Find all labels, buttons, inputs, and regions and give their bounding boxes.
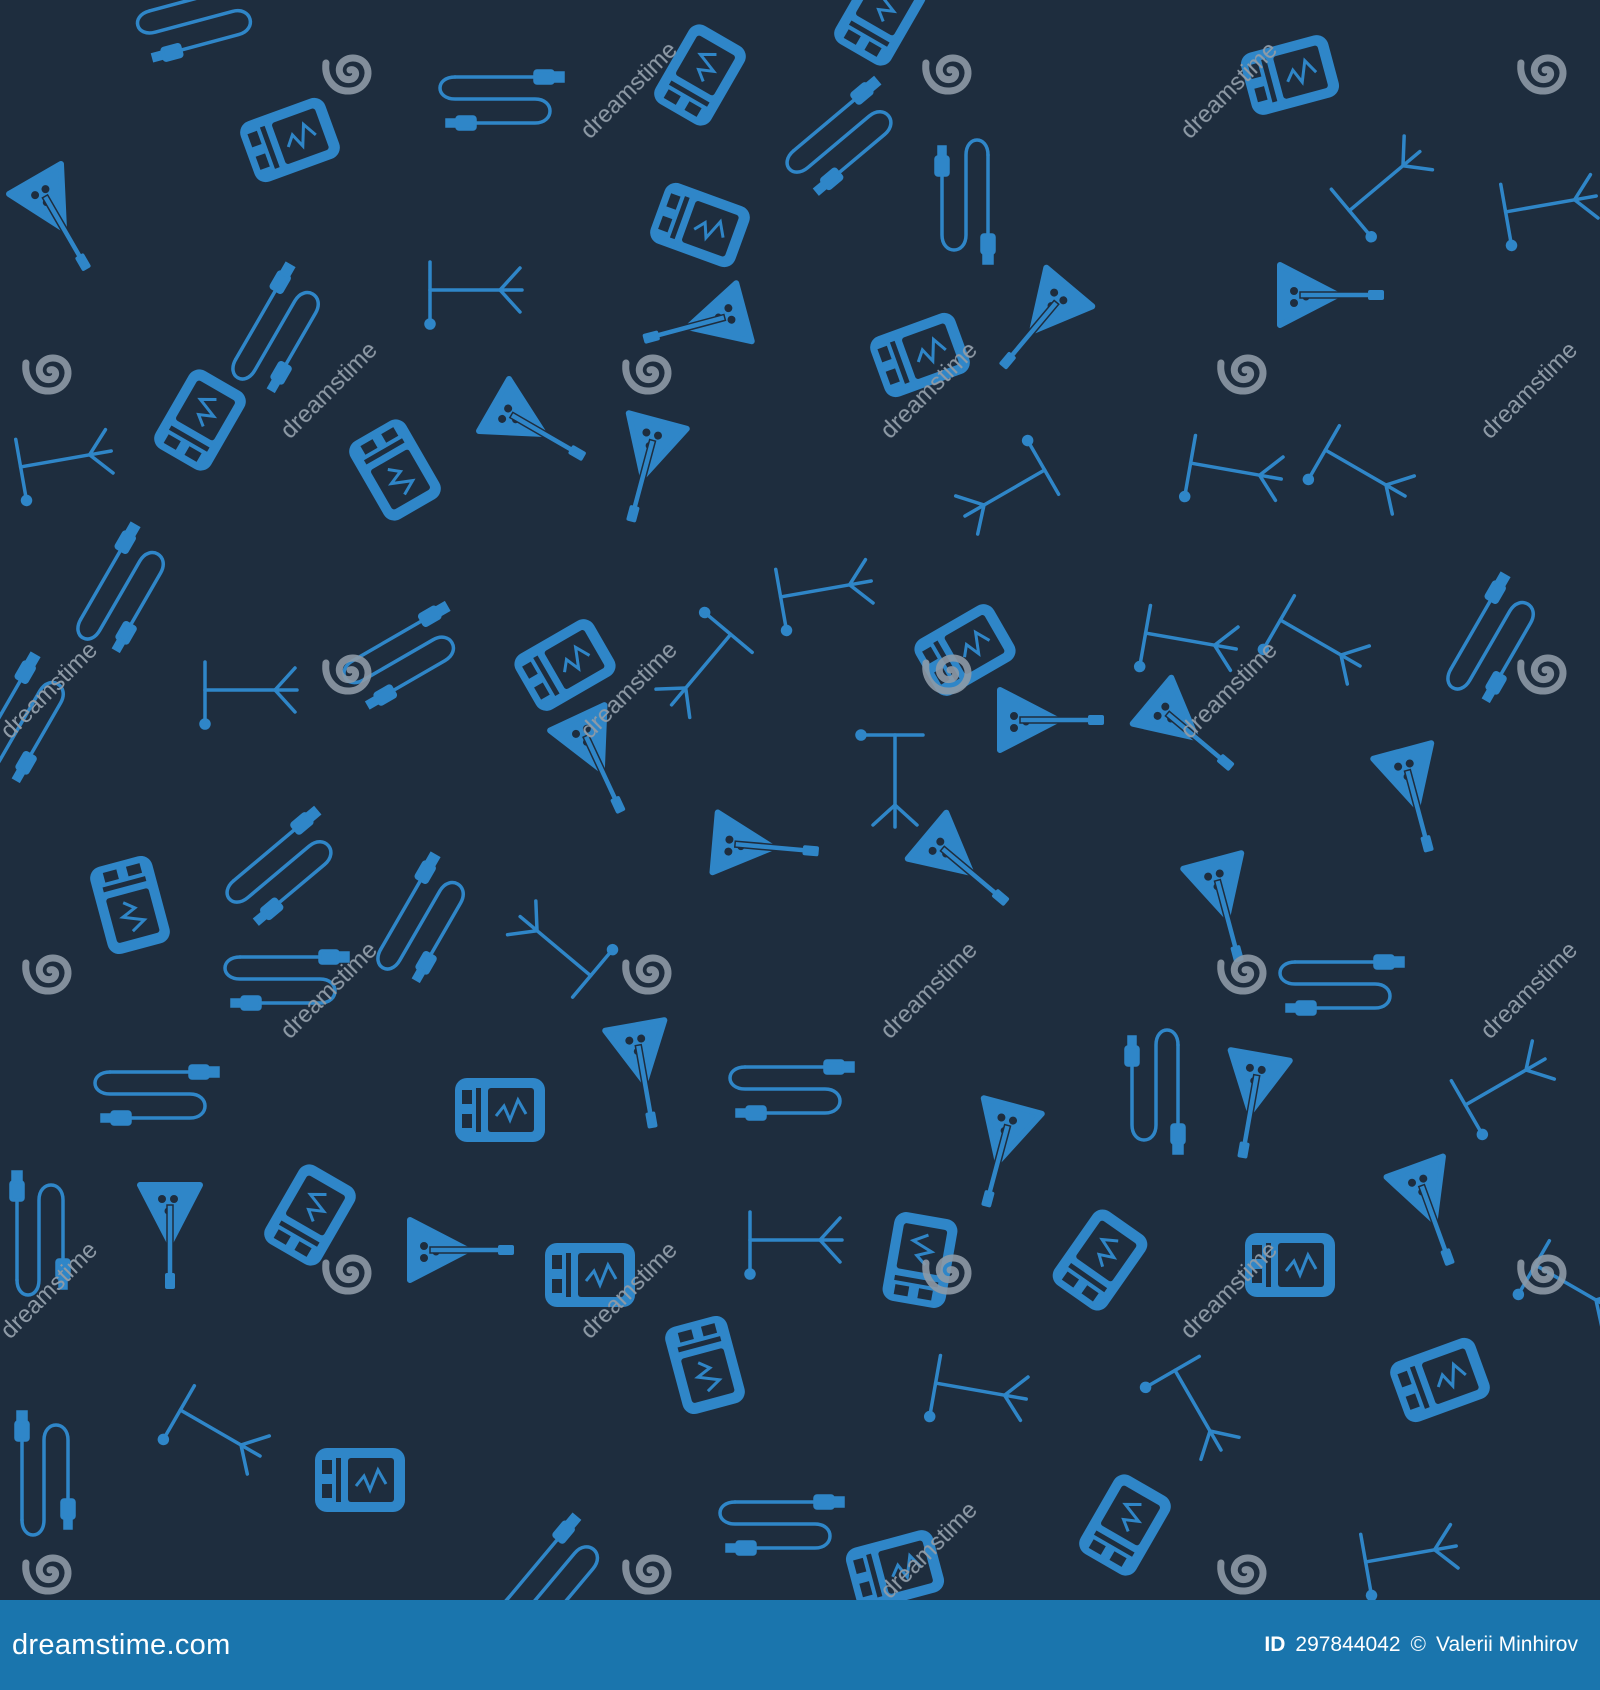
copyright-icon: ©: [1410, 1633, 1426, 1656]
watermark-text: dreamstime: [1475, 936, 1583, 1044]
footer-bar: dreamstime.com ID 297844042 © Valerii Mi…: [0, 1600, 1600, 1690]
watermark-logos: [26, 58, 1563, 1591]
guitar-icons: [9, 164, 1478, 1289]
image-id-label: ID: [1264, 1633, 1286, 1656]
seamless-pattern: dreamstime dreamstime dreamstime dreamst…: [0, 0, 1600, 1600]
watermark-text: dreamstime: [1475, 336, 1583, 444]
image-id-value: 297844042: [1295, 1633, 1401, 1656]
author-name[interactable]: Valerii Minhirov: [1436, 1633, 1578, 1657]
watermark-text: dreamstime: [1175, 636, 1283, 744]
stock-image: dreamstime dreamstime dreamstime dreamst…: [0, 0, 1600, 1690]
watermark-texts: dreamstime dreamstime dreamstime dreamst…: [0, 36, 1583, 1600]
tuner-icons: [85, 0, 1495, 1600]
cable-icons: [0, 0, 1552, 1600]
footer-domain[interactable]: dreamstime.com: [12, 1629, 231, 1662]
watermark-text: dreamstime: [875, 936, 983, 1044]
footer-credits: ID 297844042 © Valerii Minhirov: [1264, 1633, 1578, 1657]
